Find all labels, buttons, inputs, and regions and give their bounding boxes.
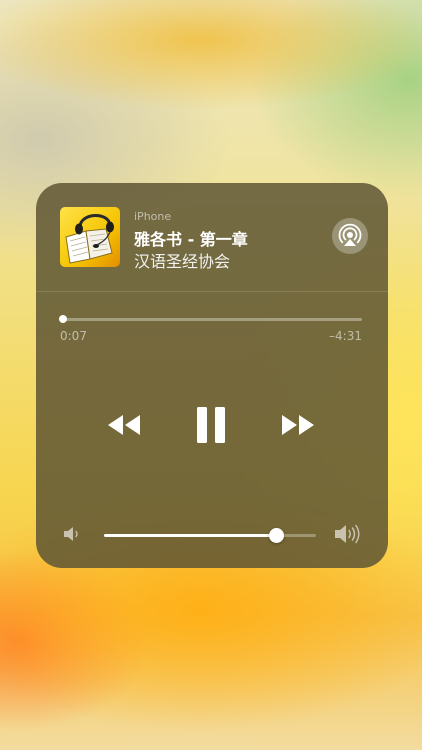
- pause-button[interactable]: [194, 405, 228, 445]
- scrubber-handle[interactable]: [59, 315, 68, 323]
- section-divider: [36, 291, 388, 292]
- volume-handle[interactable]: [268, 528, 284, 543]
- speaker-low-icon: [63, 526, 81, 546]
- pause-icon: [197, 407, 225, 443]
- volume-level: [104, 534, 276, 537]
- now-playing-card: iPhone 雅各书 - 第一章 汉语圣经协会 0:07 –4:31: [36, 183, 388, 568]
- output-device-label: iPhone: [134, 210, 172, 223]
- album-artwork[interactable]: [60, 207, 120, 267]
- track-artist[interactable]: 汉语圣经协会: [134, 248, 230, 272]
- volume-slider[interactable]: [104, 527, 316, 545]
- remaining-time: –4:31: [329, 329, 362, 343]
- scrubber-track: [60, 318, 362, 321]
- rewind-button[interactable]: [106, 412, 142, 438]
- airplay-icon: [338, 223, 362, 246]
- elapsed-time: 0:07: [60, 329, 87, 343]
- fast-forward-button[interactable]: [280, 412, 316, 438]
- rewind-icon: [108, 415, 140, 435]
- speaker-high-icon: [334, 523, 362, 549]
- book-headphones-artwork-icon: [60, 207, 120, 267]
- track-title[interactable]: 雅各书 - 第一章: [134, 226, 248, 250]
- fast-forward-icon: [282, 415, 314, 435]
- airplay-button[interactable]: [332, 218, 368, 254]
- playback-scrubber[interactable]: [59, 313, 362, 327]
